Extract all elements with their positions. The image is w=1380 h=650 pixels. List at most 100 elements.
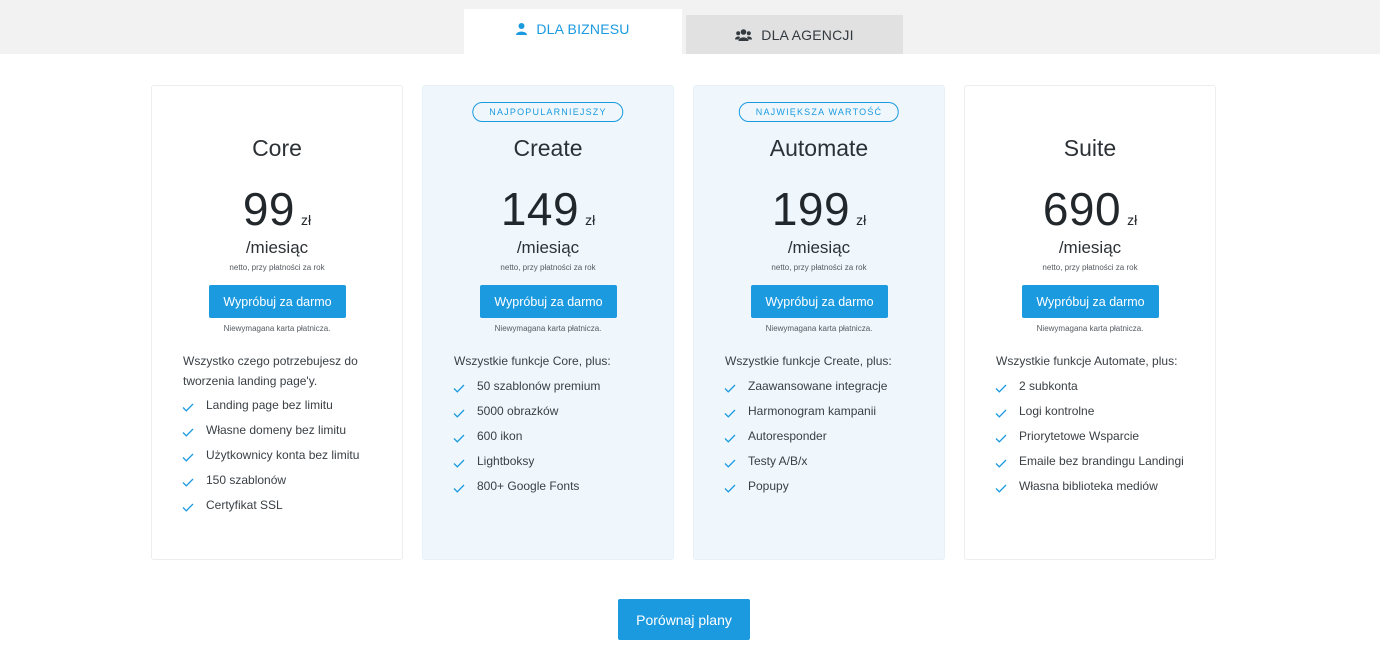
check-icon (182, 503, 206, 512)
feature-label: Autoresponder (748, 428, 827, 443)
feature-item: Emaile bez brandingu Landingi (995, 448, 1184, 473)
feature-label: Priorytetowe Wsparcie (1019, 428, 1140, 443)
plan-name: Automate (769, 135, 869, 161)
best-value-badge: NAJWIĘKSZA WARTOŚĆ (738, 102, 900, 122)
feature-item: 800+ Google Fonts (453, 473, 600, 498)
plan-price: 149 zł (423, 182, 673, 236)
try-free-button[interactable]: Wypróbuj za darmo (209, 285, 346, 318)
price-amount: 149 (500, 183, 580, 235)
check-icon (182, 453, 206, 462)
check-icon (995, 434, 1019, 443)
check-icon (724, 484, 748, 493)
plan-card-suite: Suite 690 zł /miesiąc netto, przy płatno… (964, 85, 1216, 560)
plan-card-create: NAJPOPULARNIEJSZY Create 149 zł /miesiąc… (422, 85, 674, 560)
feature-label: 5000 obrazków (477, 403, 559, 418)
tab-business-label: DLA BIZNESU (536, 20, 630, 37)
feature-item: Użytkownicy konta bez limitu (182, 442, 359, 467)
no-card-note: Niewymagana karta płatnicza. (765, 324, 873, 333)
feature-label: Testy A/B/x (748, 453, 808, 468)
compare-plans-button[interactable]: Porównaj plany (618, 599, 750, 640)
feature-item: 5000 obrazków (453, 398, 600, 423)
check-icon (453, 434, 477, 443)
check-icon (182, 478, 206, 487)
price-note: netto, przy płatności za rok (771, 263, 867, 272)
feature-label: 800+ Google Fonts (477, 478, 580, 493)
price-note: netto, przy płatności za rok (229, 263, 325, 272)
feature-label: Logi kontrolne (1019, 403, 1095, 418)
price-currency: zł (301, 212, 312, 228)
feature-item: Własna biblioteka mediów (995, 473, 1184, 498)
check-icon (995, 384, 1019, 393)
tab-business[interactable]: DLA BIZNESU (464, 9, 682, 54)
price-amount: 199 (771, 183, 851, 235)
feature-item: Certyfikat SSL (182, 492, 359, 517)
feature-label: Własne domeny bez limitu (206, 422, 347, 437)
plan-name: Core (252, 135, 302, 161)
feature-list: Landing page bez limitu Własne domeny be… (182, 392, 359, 517)
plan-price: 199 zł (694, 182, 944, 236)
feature-item: Autoresponder (724, 423, 887, 448)
feature-label: Certyfikat SSL (206, 497, 283, 512)
feature-item: Harmonogram kampanii (724, 398, 887, 423)
try-free-button[interactable]: Wypróbuj za darmo (480, 285, 617, 318)
feature-item: Lightboksy (453, 448, 600, 473)
feature-label: Lightboksy (477, 453, 535, 468)
feature-label: Landing page bez limitu (206, 397, 333, 412)
feature-label: Własna biblioteka mediów (1019, 478, 1158, 493)
feature-item: Własne domeny bez limitu (182, 417, 359, 442)
price-currency: zł (585, 212, 596, 228)
feature-list: Zaawansowane integracje Harmonogram kamp… (724, 373, 887, 498)
feature-item: 2 subkonta (995, 373, 1184, 398)
feature-item: 150 szablonów (182, 467, 359, 492)
check-icon (453, 484, 477, 493)
check-icon (724, 409, 748, 418)
feature-label: Emaile bez brandingu Landingi (1019, 453, 1184, 468)
check-icon (453, 409, 477, 418)
plan-card-core: Core 99 zł /miesiąc netto, przy płatnośc… (151, 85, 403, 560)
try-free-button[interactable]: Wypróbuj za darmo (751, 285, 888, 318)
feature-item: Priorytetowe Wsparcie (995, 423, 1184, 448)
plan-name: Suite (1063, 135, 1117, 161)
feature-item: Zaawansowane integracje (724, 373, 887, 398)
tab-agency[interactable]: DLA AGENCJI (686, 15, 903, 54)
feature-label: 50 szablonów premium (477, 378, 601, 393)
try-free-button[interactable]: Wypróbuj za darmo (1022, 285, 1159, 318)
no-card-note: Niewymagana karta płatnicza. (223, 324, 331, 333)
check-icon (182, 428, 206, 437)
price-currency: zł (1127, 212, 1138, 228)
plan-intro: Wszystkie funkcje Create, plus: (725, 354, 892, 368)
feature-item: Popupy (724, 473, 887, 498)
feature-item: Landing page bez limitu (182, 392, 359, 417)
price-period: /miesiąc (516, 238, 580, 257)
price-amount: 99 (242, 183, 296, 235)
feature-label: Użytkownicy konta bez limitu (206, 447, 360, 462)
feature-label: Zaawansowane integracje (748, 378, 888, 393)
no-card-note: Niewymagana karta płatnicza. (1036, 324, 1144, 333)
check-icon (182, 403, 206, 412)
check-icon (724, 384, 748, 393)
feature-item: Testy A/B/x (724, 448, 887, 473)
price-note: netto, przy płatności za rok (1042, 263, 1138, 272)
feature-list: 2 subkonta Logi kontrolne Priorytetowe W… (995, 373, 1184, 498)
tab-agency-label: DLA AGENCJI (761, 26, 854, 43)
plan-intro: Wszystkie funkcje Core, plus: (454, 354, 611, 368)
check-icon (995, 409, 1019, 418)
price-currency: zł (856, 212, 867, 228)
feature-label: Popupy (748, 478, 789, 493)
check-icon (995, 459, 1019, 468)
plan-price: 690 zł (965, 182, 1215, 236)
feature-item: Logi kontrolne (995, 398, 1184, 423)
price-amount: 690 (1042, 183, 1122, 235)
feature-item: 600 ikon (453, 423, 600, 448)
feature-label: 150 szablonów (206, 472, 287, 487)
price-period: /miesiąc (1058, 238, 1122, 257)
feature-item: 50 szablonów premium (453, 373, 600, 398)
check-icon (995, 484, 1019, 493)
check-icon (724, 459, 748, 468)
plan-name: Create (513, 135, 583, 161)
popular-badge: NAJPOPULARNIEJSZY (472, 102, 624, 122)
plan-price: 99 zł (152, 182, 402, 236)
feature-label: Harmonogram kampanii (748, 403, 877, 418)
feature-label: 2 subkonta (1019, 378, 1078, 393)
feature-label: 600 ikon (477, 428, 523, 443)
